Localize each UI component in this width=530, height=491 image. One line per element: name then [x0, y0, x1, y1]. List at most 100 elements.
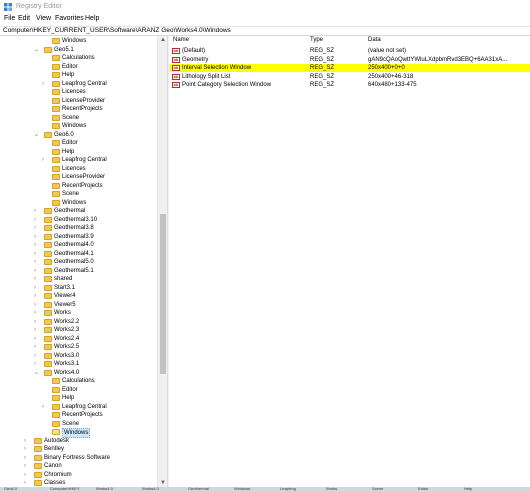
- value-row[interactable]: ab Geometry REG_SZ gAN9cQAoQwttYWluLXdpbmRv…: [169, 56, 530, 64]
- tree-node[interactable]: Windows: [0, 37, 157, 45]
- tree-node[interactable]: › Leapfrog Central: [0, 156, 157, 164]
- address-path[interactable]: Computer\HKEY_CURRENT_USER\Software\ARAN…: [3, 27, 231, 34]
- tree-node[interactable]: › Viewer4: [0, 292, 157, 300]
- chevron-right-icon[interactable]: ›: [34, 360, 39, 368]
- value-row[interactable]: ab Interval Selection Window REG_SZ 250x400…: [169, 64, 530, 73]
- address-bar[interactable]: Computer\HKEY_CURRENT_USER\Software\ARAN…: [0, 26, 530, 36]
- tree-node[interactable]: Calculations: [0, 377, 157, 385]
- menu-file[interactable]: File: [4, 15, 15, 22]
- chevron-down-icon[interactable]: ⌄: [34, 46, 39, 54]
- chevron-right-icon[interactable]: ›: [34, 284, 39, 292]
- menu-favorites[interactable]: Favorites: [55, 15, 84, 22]
- tree-node[interactable]: › Viewer5: [0, 301, 157, 309]
- chevron-right-icon[interactable]: ›: [34, 318, 39, 326]
- taskbar-item[interactable]: Help: [464, 487, 472, 491]
- tree-node[interactable]: Licences: [0, 165, 157, 173]
- taskbar-item[interactable]: Computer\HKEY: [50, 487, 80, 491]
- chevron-right-icon[interactable]: ›: [34, 335, 39, 343]
- tree-node[interactable]: › Geothermal3.10: [0, 216, 157, 224]
- tree-node[interactable]: › Works2.2: [0, 318, 157, 326]
- chevron-right-icon[interactable]: ›: [42, 156, 47, 164]
- tree-node[interactable]: › Canon: [0, 462, 157, 470]
- chevron-right-icon[interactable]: ›: [42, 80, 47, 88]
- chevron-right-icon[interactable]: ›: [24, 479, 29, 487]
- tree-node[interactable]: LicenseProvider: [0, 173, 157, 181]
- chevron-right-icon[interactable]: ›: [34, 241, 39, 249]
- tree-node[interactable]: Editor: [0, 63, 157, 71]
- value-row[interactable]: ab Lithology Split List REG_SZ 250x400+46-3…: [169, 73, 530, 81]
- chevron-right-icon[interactable]: ›: [34, 267, 39, 275]
- chevron-right-icon[interactable]: ›: [24, 471, 29, 479]
- chevron-right-icon[interactable]: ›: [34, 343, 39, 351]
- chevron-right-icon[interactable]: ›: [34, 216, 39, 224]
- tree-node[interactable]: › Geothermal5.1: [0, 267, 157, 275]
- taskbar-item[interactable]: Works: [326, 487, 337, 491]
- tree-node[interactable]: Help: [0, 148, 157, 156]
- tree-node[interactable]: Help: [0, 394, 157, 402]
- tree-node[interactable]: Scene: [0, 190, 157, 198]
- value-row[interactable]: ab (Default) REG_SZ (value not set): [169, 47, 530, 55]
- value-row[interactable]: ab Point Category Selection Window REG_SZ 6…: [169, 81, 530, 89]
- key-tree[interactable]: Windows ⌄ Geo5.1 Calculations Editor Help › Lea…: [0, 36, 167, 487]
- tree-node[interactable]: Editor: [0, 139, 157, 147]
- chevron-right-icon[interactable]: ›: [24, 437, 29, 445]
- tree-node[interactable]: › Works3.1: [0, 360, 157, 368]
- chevron-right-icon[interactable]: ›: [34, 352, 39, 360]
- tree-node[interactable]: › Classes: [0, 479, 157, 487]
- menu-edit[interactable]: Edit: [18, 15, 30, 22]
- tree-node[interactable]: ⌄ Geo5.1: [0, 46, 157, 54]
- tree-node[interactable]: Scene: [0, 420, 157, 428]
- tree-node[interactable]: › Geothermal4.1: [0, 250, 157, 258]
- tree-node[interactable]: › Chromium: [0, 471, 157, 479]
- tree-node[interactable]: Windows: [0, 122, 157, 130]
- taskbar-item[interactable]: Editor: [418, 487, 428, 491]
- chevron-right-icon[interactable]: ›: [34, 233, 39, 241]
- tree-node[interactable]: › Geothermal3.8: [0, 224, 157, 232]
- tree-node[interactable]: › Works2.5: [0, 343, 157, 351]
- tree-node[interactable]: › Start3.1: [0, 284, 157, 292]
- chevron-right-icon[interactable]: ›: [34, 258, 39, 266]
- taskbar-item[interactable]: Geo6.0: [4, 487, 17, 491]
- chevron-down-icon[interactable]: ⌄: [34, 131, 39, 139]
- column-header-type[interactable]: Type: [310, 36, 323, 45]
- tree-node[interactable]: Windows: [0, 428, 157, 438]
- taskbar-item[interactable]: Works4.0: [96, 487, 113, 491]
- tree-node[interactable]: Windows: [0, 199, 157, 207]
- chevron-right-icon[interactable]: ›: [34, 250, 39, 258]
- chevron-right-icon[interactable]: ›: [34, 326, 39, 334]
- tree-node[interactable]: › Leapfrog Central: [0, 403, 157, 411]
- chevron-right-icon[interactable]: ›: [24, 454, 29, 462]
- tree-node[interactable]: › Leapfrog Central: [0, 80, 157, 88]
- menu-view[interactable]: View: [36, 15, 51, 22]
- chevron-down-icon[interactable]: ⌄: [34, 369, 39, 377]
- taskbar-item[interactable]: Geothermal: [188, 487, 209, 491]
- tree-node[interactable]: › Bentley: [0, 445, 157, 453]
- tree-node[interactable]: › Geothermal3.9: [0, 233, 157, 241]
- tree-node[interactable]: › Works2.4: [0, 335, 157, 343]
- tree-node[interactable]: Licences: [0, 88, 157, 96]
- tree-node[interactable]: RecentProjects: [0, 182, 157, 190]
- chevron-right-icon[interactable]: ›: [34, 224, 39, 232]
- value-list[interactable]: Name Type Data ab (Default) REG_SZ (value n…: [169, 36, 530, 487]
- tree-node[interactable]: › Autodesk: [0, 437, 157, 445]
- tree-node[interactable]: RecentProjects: [0, 411, 157, 419]
- tree-node[interactable]: ⌄ Works4.0: [0, 369, 157, 377]
- chevron-right-icon[interactable]: ›: [34, 207, 39, 215]
- chevron-right-icon[interactable]: ›: [24, 445, 29, 453]
- tree-node[interactable]: › Works: [0, 309, 157, 317]
- tree-node[interactable]: › Works2.3: [0, 326, 157, 334]
- tree-node[interactable]: LicenseProvider: [0, 97, 157, 105]
- taskbar-item[interactable]: Scene: [372, 487, 383, 491]
- column-header-data[interactable]: Data: [368, 36, 381, 45]
- chevron-right-icon[interactable]: ›: [34, 309, 39, 317]
- chevron-right-icon[interactable]: ›: [34, 292, 39, 300]
- tree-node[interactable]: Help: [0, 71, 157, 79]
- chevron-right-icon[interactable]: ›: [34, 275, 39, 283]
- tree-node[interactable]: › Geothermal: [0, 207, 157, 215]
- tree-node[interactable]: RecentProjects: [0, 105, 157, 113]
- tree-node[interactable]: Editor: [0, 386, 157, 394]
- chevron-right-icon[interactable]: ›: [34, 301, 39, 309]
- tree-node[interactable]: Calculations: [0, 54, 157, 62]
- column-header-name[interactable]: Name: [173, 36, 189, 45]
- tree-scrollbar[interactable]: ▲ ▼: [157, 36, 167, 487]
